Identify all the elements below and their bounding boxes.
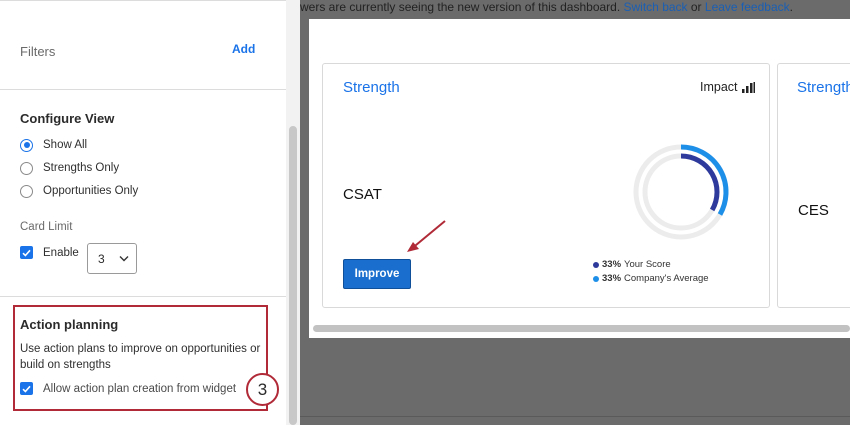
impact-indicator: Impact bbox=[700, 80, 755, 94]
strength-card-partial bbox=[777, 63, 850, 308]
bar-chart-icon bbox=[741, 81, 755, 93]
scrollbar-thumb[interactable] bbox=[289, 126, 297, 425]
legend-dot bbox=[593, 261, 599, 268]
leave-feedback-link[interactable]: Leave feedback bbox=[705, 0, 790, 14]
allow-action-plan-checkbox[interactable] bbox=[20, 382, 33, 395]
filters-panel: Filters Add Configure View Show All Stre… bbox=[0, 0, 300, 425]
check-icon bbox=[22, 385, 31, 393]
card-title: Strength bbox=[797, 79, 850, 96]
allow-action-plan-option[interactable]: Allow action plan creation from widget bbox=[20, 382, 236, 395]
card-title: Strength bbox=[343, 79, 400, 96]
legend-your-score: 33% Your Score bbox=[593, 259, 671, 270]
legend-dot bbox=[593, 275, 599, 282]
radio-show-all[interactable]: Show All bbox=[20, 137, 87, 153]
switch-back-link[interactable]: Switch back bbox=[624, 0, 688, 14]
enable-card-limit[interactable]: Enable bbox=[20, 246, 79, 259]
divider bbox=[300, 416, 850, 417]
legend-label: Your Score bbox=[624, 259, 671, 270]
radio-strengths-only[interactable]: Strengths Only bbox=[20, 160, 119, 176]
card-limit-select[interactable]: 3 bbox=[87, 243, 137, 274]
divider bbox=[0, 0, 286, 1]
radio-label: Strengths Only bbox=[43, 162, 120, 174]
score-ring-chart bbox=[633, 144, 729, 240]
action-planning-description: Use action plans to improve on opportuni… bbox=[20, 343, 261, 371]
notice-or: or bbox=[687, 0, 705, 14]
legend-value: 33% bbox=[602, 259, 622, 270]
radio-button[interactable] bbox=[20, 161, 33, 175]
radio-label: Opportunities Only bbox=[43, 185, 139, 197]
radio-button[interactable] bbox=[20, 138, 33, 152]
action-planning-title: Action planning bbox=[20, 317, 119, 332]
legend-value: 33% bbox=[602, 273, 622, 284]
enable-label: Enable bbox=[43, 246, 79, 259]
configure-view-title: Configure View bbox=[20, 111, 115, 126]
allow-action-plan-label: Allow action plan creation from widget bbox=[43, 382, 237, 395]
card-limit-label: Card Limit bbox=[20, 221, 73, 233]
divider bbox=[0, 296, 286, 297]
metric-name: CES bbox=[798, 202, 829, 219]
improve-button[interactable]: Improve bbox=[343, 259, 411, 289]
radio-label: Show All bbox=[43, 139, 88, 151]
legend-label: Company's Average bbox=[624, 273, 709, 284]
legend-company-average: 33% Company's Average bbox=[593, 273, 709, 284]
impact-label: Impact bbox=[700, 80, 738, 94]
metric-name: CSAT bbox=[343, 186, 382, 203]
pointer-arrow-icon bbox=[407, 220, 446, 252]
add-filter-link[interactable]: Add bbox=[232, 42, 255, 56]
notice-period: . bbox=[789, 0, 793, 14]
enable-checkbox[interactable] bbox=[20, 246, 33, 259]
radio-opportunities-only[interactable]: Opportunities Only bbox=[20, 183, 138, 199]
dashboard-version-notice: wers are currently seeing the new versio… bbox=[300, 0, 793, 14]
card-limit-value: 3 bbox=[98, 252, 105, 266]
notice-text: wers are currently seeing the new versio… bbox=[300, 0, 624, 14]
radio-button[interactable] bbox=[20, 184, 33, 198]
check-icon bbox=[22, 249, 31, 257]
chevron-down-icon bbox=[119, 256, 129, 262]
filters-label: Filters bbox=[20, 44, 56, 59]
divider bbox=[0, 89, 286, 90]
horizontal-scrollbar[interactable] bbox=[313, 325, 850, 332]
your-score-arc bbox=[680, 153, 720, 212]
step-number-badge: 3 bbox=[246, 373, 279, 406]
